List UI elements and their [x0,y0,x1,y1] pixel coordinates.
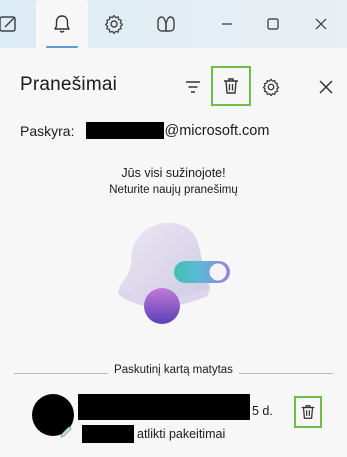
close-icon [319,80,333,94]
tab-contacts[interactable] [0,0,28,48]
empty-state-heading: Jūs visi sužinojote! [121,166,226,180]
tab-notifications[interactable] [36,0,88,48]
minimize-button[interactable] [204,0,250,48]
pencil-icon [60,426,72,438]
filter-button[interactable] [178,72,208,102]
window-close-button[interactable] [298,0,344,48]
redacted-username [86,122,165,139]
notifications-panel: Pranešimai Paskyra: @microsoft.com Jūs v… [0,48,347,457]
notification-settings-button[interactable] [256,72,286,102]
maximize-button[interactable] [250,0,296,48]
redacted-document-name [82,425,134,443]
gear-icon [104,14,124,35]
gear-icon [262,78,280,97]
divider-label-wrap: Paskutinį kartą matytas [0,364,347,376]
trash-icon [301,405,315,419]
bell-icon [54,15,70,33]
delete-notification-button[interactable] [294,396,322,428]
panel-title: Pranešimai [20,74,118,95]
account-email-domain: @microsoft.com [164,122,270,139]
tab-strip [0,0,347,48]
filter-icon [186,81,200,93]
account-label: Paskyra: [20,122,75,139]
tab-copilot[interactable] [142,0,190,48]
maximize-icon [267,18,279,30]
notification-body: atlikti pakeitimai [82,425,225,443]
redacted-notification-title [78,394,250,420]
notification-time: 5 d. [252,404,273,418]
notification-action-text: atlikti pakeitimai [137,427,226,441]
close-icon [315,18,327,30]
account-row: Paskyra: @microsoft.com [20,122,269,139]
list-item[interactable]: 5 d. atlikti pakeitimai [0,388,347,448]
bell-illustration [118,222,230,324]
tab-settings[interactable] [90,0,138,48]
minimize-icon [222,23,232,25]
trash-icon [224,78,238,94]
copilot-icon [157,16,175,32]
last-seen-label: Paskutinį kartą matytas [108,364,239,376]
panel-close-button[interactable] [311,72,341,102]
contact-card-icon [0,16,16,32]
clear-all-button[interactable] [211,66,251,106]
empty-state-subtext: Neturite naujų pranešimų [109,184,238,196]
